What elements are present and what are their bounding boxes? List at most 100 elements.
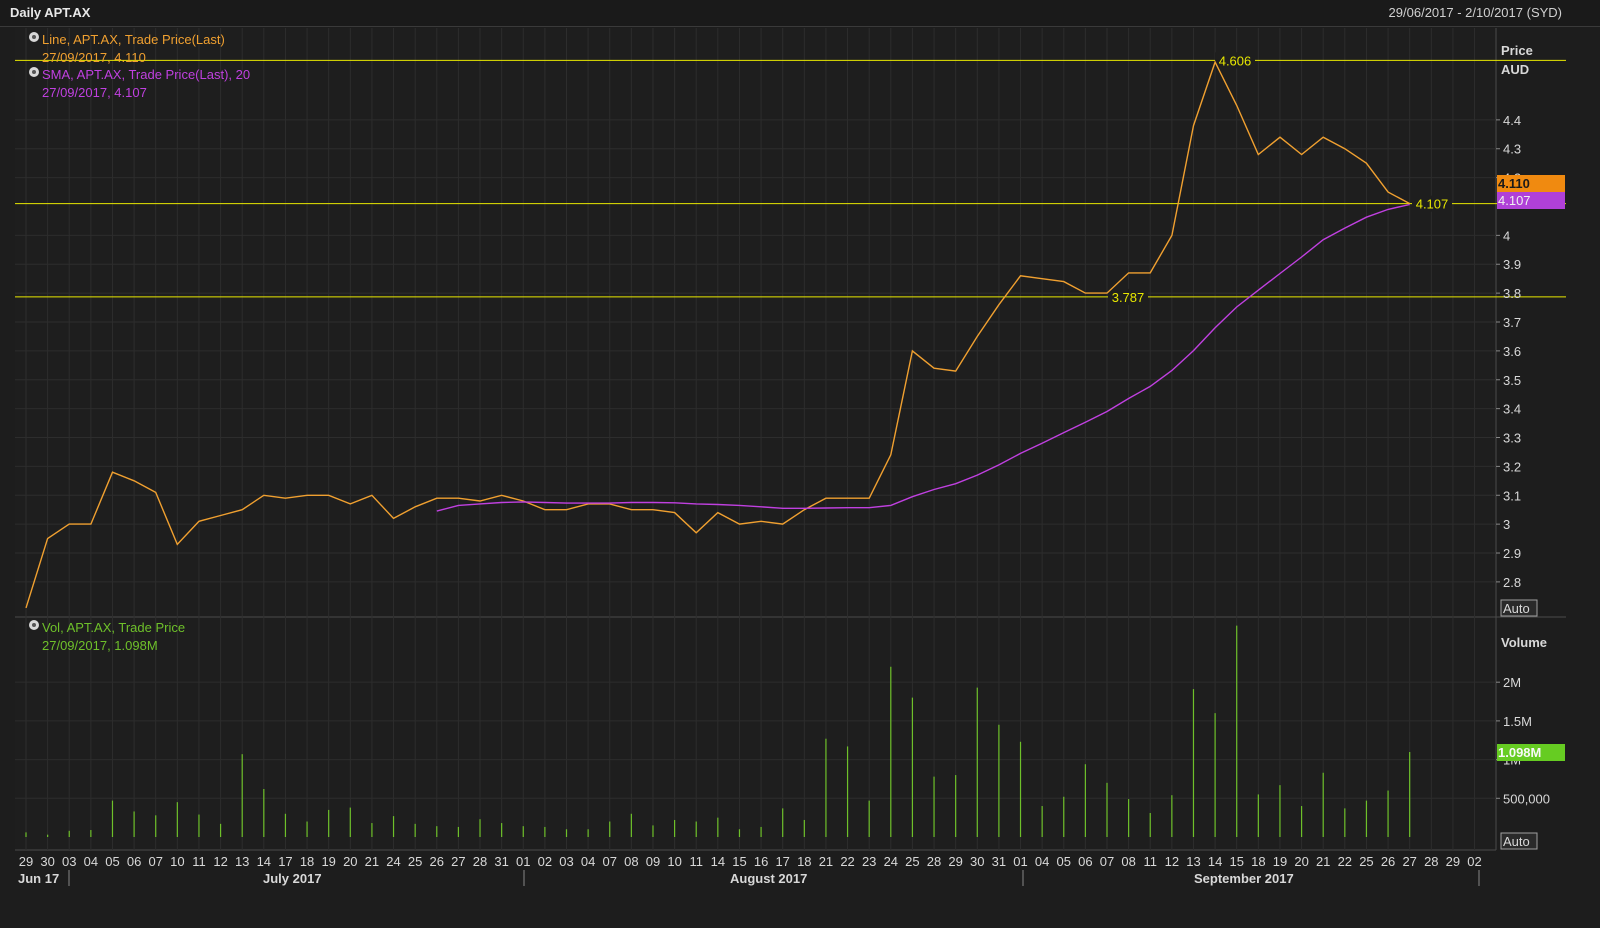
volume-auto-label: Auto xyxy=(1503,834,1530,849)
price-tick-label: 2.8 xyxy=(1503,575,1521,590)
month-label: July 2017 xyxy=(263,871,322,886)
date-tick-label: 11 xyxy=(689,854,703,869)
date-tick-label: 28 xyxy=(1424,854,1438,869)
date-tick-label: 25 xyxy=(408,854,422,869)
date-tick-label: 14 xyxy=(1208,854,1222,869)
date-tick-label: 01 xyxy=(516,854,530,869)
reference-line-label: 4.606 xyxy=(1219,53,1252,68)
price-tick-label: 4 xyxy=(1503,228,1510,243)
chart-panels xyxy=(15,28,1566,851)
price-tick-label: 3.8 xyxy=(1503,286,1521,301)
date-tick-label: 20 xyxy=(1294,854,1308,869)
date-tick-label: 24 xyxy=(884,854,898,869)
date-tick-label: 01 xyxy=(1013,854,1027,869)
date-tick-label: 29 xyxy=(1446,854,1460,869)
date-tick-label: 09 xyxy=(646,854,660,869)
date-tick-label: 14 xyxy=(257,854,271,869)
date-tick-label: 21 xyxy=(365,854,379,869)
legend-sma-name: SMA, APT.AX, Trade Price(Last), 20 xyxy=(42,67,250,82)
price-axis-title: Price xyxy=(1501,43,1533,58)
price-axis: Price AUD 2.8 2.9 3 3.1 3.2 3.3 3.4 3.5 3.6 3.7 3.8 3… xyxy=(1496,43,1565,617)
legend-toggle-icon-dot xyxy=(32,70,36,74)
date-tick-label: 08 xyxy=(624,854,638,869)
date-tick-label: 26 xyxy=(1381,854,1395,869)
date-tick-label: 22 xyxy=(1338,854,1352,869)
price-tick-label: 3.6 xyxy=(1503,344,1521,359)
date-tick-label: 21 xyxy=(819,854,833,869)
date-tick-label: 28 xyxy=(473,854,487,869)
volume-tick-label: 2M xyxy=(1503,675,1521,690)
date-tick-label: 02 xyxy=(1467,854,1481,869)
date-tick-label: 24 xyxy=(386,854,400,869)
date-tick-label: 13 xyxy=(1186,854,1200,869)
date-tick-label: 27 xyxy=(451,854,465,869)
date-tick-label: 12 xyxy=(1165,854,1179,869)
date-tick-label: 16 xyxy=(754,854,768,869)
chart-window: Daily APT.AX 29/06/2017 - 2/10/2017 (SYD… xyxy=(0,0,1600,928)
date-tick-label: 10 xyxy=(667,854,681,869)
date-tick-label: 29 xyxy=(19,854,33,869)
date-tick-label: 10 xyxy=(170,854,184,869)
month-label: August 2017 xyxy=(730,871,807,886)
price-tick-label: 3.5 xyxy=(1503,373,1521,388)
volume-tick-label: 1.5M xyxy=(1503,714,1532,729)
price-tick-label: 4.3 xyxy=(1503,142,1521,157)
date-tick-label: 12 xyxy=(213,854,227,869)
price-tick-label: 3.3 xyxy=(1503,431,1521,446)
volume-panel xyxy=(15,617,1496,850)
volume-axis-title: Volume xyxy=(1501,635,1547,650)
date-tick-label: 18 xyxy=(300,854,314,869)
date-tick-label: 04 xyxy=(581,854,595,869)
date-tick-label: 03 xyxy=(62,854,76,869)
price-tick-label: 2.9 xyxy=(1503,546,1521,561)
date-tick-label: 13 xyxy=(235,854,249,869)
date-tick-label: 22 xyxy=(840,854,854,869)
date-tick-label: 19 xyxy=(321,854,335,869)
price-tick-label: 3.1 xyxy=(1503,488,1521,503)
date-tick-label: 05 xyxy=(105,854,119,869)
date-tick-label: 04 xyxy=(1035,854,1049,869)
date-tick-label: 17 xyxy=(775,854,789,869)
date-tick-label: 05 xyxy=(1057,854,1071,869)
last-sma-badge-text: 4.107 xyxy=(1498,193,1531,208)
date-axis: 29 30 03 04 05 06 07 10 11 12 13 14 17 18 19 20 21 24 25 26… xyxy=(18,854,1482,886)
date-tick-label: 20 xyxy=(343,854,357,869)
price-tick-label: 3 xyxy=(1503,517,1510,532)
date-tick-label: 08 xyxy=(1121,854,1135,869)
legend-price-name: Line, APT.AX, Trade Price(Last) xyxy=(42,32,225,47)
date-tick-label: 04 xyxy=(84,854,98,869)
date-tick-label: 23 xyxy=(862,854,876,869)
date-tick-label: 28 xyxy=(927,854,941,869)
date-tick-label: 18 xyxy=(797,854,811,869)
date-tick-label: 19 xyxy=(1273,854,1287,869)
date-tick-label: 06 xyxy=(127,854,141,869)
legend-toggle-icon-dot xyxy=(32,35,36,39)
legend-volume-value: 27/09/2017, 1.098M xyxy=(42,638,158,653)
date-tick-label: 30 xyxy=(40,854,54,869)
price-volume-chart[interactable]: 4.606 4.107 3.787 Price AUD 2.8 2.9 3 3.1 3.2 3.3… xyxy=(0,0,1600,928)
date-tick-label: 18 xyxy=(1251,854,1265,869)
date-tick-label: 21 xyxy=(1316,854,1330,869)
date-tick-label: 07 xyxy=(148,854,162,869)
date-tick-label: 31 xyxy=(992,854,1006,869)
date-tick-label: 11 xyxy=(1143,854,1157,869)
last-price-badge-text: 4.110 xyxy=(1498,176,1530,191)
date-tick-label: 07 xyxy=(1100,854,1114,869)
date-tick-label: 07 xyxy=(603,854,617,869)
date-tick-label: 15 xyxy=(1229,854,1243,869)
date-tick-label: 11 xyxy=(192,854,206,869)
legend-sma-value: 27/09/2017, 4.107 xyxy=(42,85,147,100)
price-auto-label: Auto xyxy=(1503,601,1530,616)
price-tick-label: 3.2 xyxy=(1503,459,1521,474)
date-tick-label: 25 xyxy=(1359,854,1373,869)
price-tick-label: 3.9 xyxy=(1503,257,1521,272)
date-tick-label: 14 xyxy=(711,854,725,869)
month-label: September 2017 xyxy=(1194,871,1294,886)
legend-price-value: 27/09/2017, 4.110 xyxy=(42,50,146,65)
price-tick-label: 3.4 xyxy=(1503,402,1521,417)
price-tick-label: 4.4 xyxy=(1503,113,1521,128)
reference-line-label: 3.787 xyxy=(1112,290,1145,305)
date-tick-label: 03 xyxy=(559,854,573,869)
date-tick-label: 25 xyxy=(905,854,919,869)
date-tick-label: 27 xyxy=(1402,854,1416,869)
